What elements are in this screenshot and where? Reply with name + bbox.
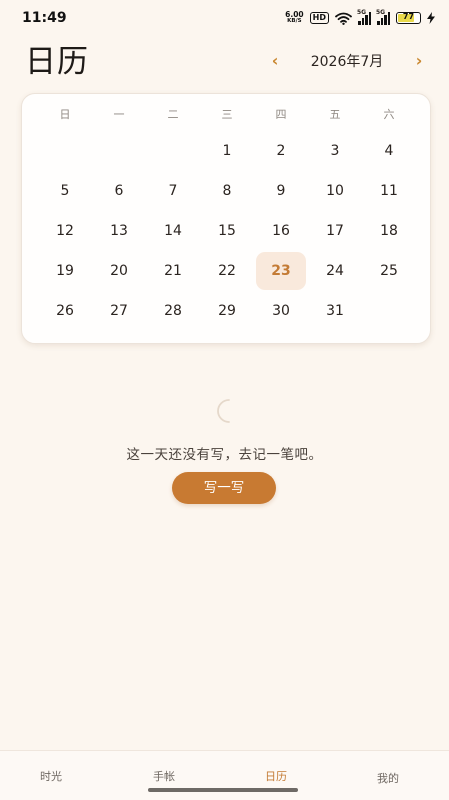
day-cell[interactable]: 8 xyxy=(202,172,252,210)
day-cell[interactable]: 19 xyxy=(40,252,90,290)
write-button[interactable]: 写一写 xyxy=(172,472,276,504)
battery-icon: 77 xyxy=(396,12,421,24)
weekday-label: 六 xyxy=(383,108,395,121)
nav-item-wode[interactable]: 我的 xyxy=(377,770,399,786)
day-cell[interactable]: 10 xyxy=(310,172,360,210)
day-cell[interactable]: 24 xyxy=(310,252,360,290)
day-cell[interactable]: 30 xyxy=(256,292,306,330)
weekday-label: 四 xyxy=(275,108,287,121)
weekday-label: 二 xyxy=(167,108,179,121)
day-cell-selected[interactable]: 23 xyxy=(256,252,306,290)
weekday-label: 五 xyxy=(329,108,341,121)
nav-item-shouzhang[interactable]: 手帐 xyxy=(153,768,175,784)
day-cell[interactable]: 14 xyxy=(148,212,198,250)
day-cell[interactable]: 16 xyxy=(256,212,306,250)
day-cell[interactable]: 6 xyxy=(94,172,144,210)
day-cell[interactable]: 17 xyxy=(310,212,360,250)
day-cell[interactable]: 31 xyxy=(310,292,360,330)
signal-tag-2: 5G xyxy=(376,8,386,16)
day-cell[interactable]: 1 xyxy=(202,132,252,170)
day-cell[interactable]: 12 xyxy=(40,212,90,250)
day-cell-empty xyxy=(364,292,414,330)
next-month-button[interactable]: › xyxy=(409,50,429,72)
month-label: 2026年7月 xyxy=(310,54,384,70)
weekday-label: 日 xyxy=(59,108,71,121)
status-icons: 6.00 KB/S HD 5G 5G 77 xyxy=(285,8,435,26)
day-cell[interactable]: 11 xyxy=(364,172,414,210)
home-indicator xyxy=(148,788,298,792)
day-cell[interactable]: 13 xyxy=(94,212,144,250)
status-time: 11:49 xyxy=(22,10,67,26)
page-title: 日历 xyxy=(25,44,89,80)
signal-icon-2: 5G xyxy=(376,8,390,25)
day-cell[interactable]: 18 xyxy=(364,212,414,250)
day-cell[interactable]: 3 xyxy=(310,132,360,170)
day-cell[interactable]: 26 xyxy=(40,292,90,330)
signal-icon-1: 5G xyxy=(357,8,371,25)
day-cell[interactable]: 9 xyxy=(256,172,306,210)
charging-icon xyxy=(427,12,435,24)
signal-tag-1: 5G xyxy=(357,8,367,16)
day-cell-empty xyxy=(40,132,90,170)
moon-icon xyxy=(217,399,230,423)
day-cell[interactable]: 2 xyxy=(256,132,306,170)
day-cell[interactable]: 29 xyxy=(202,292,252,330)
calendar-card: 日一二三四五六 1 2 3 4 5 6 7 8 9 10 11 12 13 14 15 16 17 18 19 20 2… xyxy=(21,93,431,344)
day-cell[interactable]: 25 xyxy=(364,252,414,290)
day-cell[interactable]: 21 xyxy=(148,252,198,290)
hd-badge: HD xyxy=(309,12,329,24)
network-speed-value: 6.00 xyxy=(285,10,304,19)
day-cell-empty xyxy=(148,132,198,170)
nav-item-rili[interactable]: 日历 xyxy=(265,768,287,784)
battery-level: 77 xyxy=(402,12,415,21)
weekday-label: 一 xyxy=(113,108,125,121)
day-cell[interactable]: 4 xyxy=(364,132,414,170)
day-cell[interactable]: 7 xyxy=(148,172,198,210)
network-speed-unit: KB/S xyxy=(287,18,302,24)
month-navigator: ‹ 2026年7月 › xyxy=(265,50,429,72)
bottom-nav: 时光 手帐 日历 我的 xyxy=(0,750,449,800)
prev-month-button[interactable]: ‹ xyxy=(265,50,285,72)
status-bar: 11:49 6.00 KB/S HD 5G 5G 77 xyxy=(0,0,449,36)
nav-item-shiguang[interactable]: 时光 xyxy=(40,768,62,784)
day-cell[interactable]: 20 xyxy=(94,252,144,290)
day-cell[interactable]: 28 xyxy=(148,292,198,330)
day-cell-empty xyxy=(94,132,144,170)
day-cell[interactable]: 5 xyxy=(40,172,90,210)
day-cell[interactable]: 15 xyxy=(202,212,252,250)
day-cell[interactable]: 27 xyxy=(94,292,144,330)
network-speed: 6.00 KB/S xyxy=(285,11,304,25)
days-grid: 1 2 3 4 5 6 7 8 9 10 11 12 13 14 15 16 17 18 19 20 21 22 23 24 2… xyxy=(38,131,416,331)
empty-state-message: 这一天还没有写，去记一笔吧。 xyxy=(126,447,323,463)
weekday-header: 日一二三四五六 xyxy=(38,106,416,124)
weekday-label: 三 xyxy=(221,108,233,121)
wifi-icon xyxy=(335,12,352,25)
day-cell[interactable]: 22 xyxy=(202,252,252,290)
